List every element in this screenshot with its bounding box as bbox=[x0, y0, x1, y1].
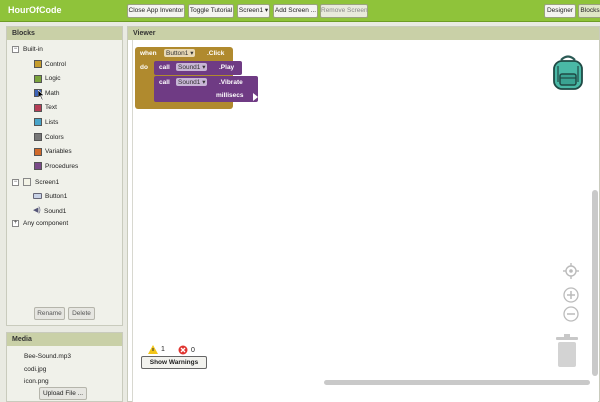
screen-select-dropdown[interactable]: Screen1 ▾ bbox=[237, 4, 270, 18]
category-label: Colors bbox=[45, 133, 64, 141]
screen1-tree-node[interactable]: − Screen1 bbox=[12, 177, 59, 187]
category-label: Procedures bbox=[45, 162, 79, 170]
builtin-category-logic[interactable]: Logic bbox=[34, 74, 61, 84]
category-label: Logic bbox=[45, 75, 61, 83]
zoom-out-icon[interactable] bbox=[563, 306, 579, 322]
add-screen-button[interactable]: Add Screen ... bbox=[273, 4, 318, 18]
category-label: Math bbox=[45, 89, 60, 97]
vertical-scrollbar[interactable] bbox=[592, 190, 598, 376]
category-swatch-icon bbox=[34, 162, 42, 171]
builtin-category-colors[interactable]: Colors bbox=[34, 132, 64, 142]
collapse-icon[interactable]: − bbox=[12, 45, 19, 53]
mouse-cursor-icon bbox=[37, 89, 45, 102]
warning-icon bbox=[148, 345, 158, 354]
category-label: Lists bbox=[45, 118, 59, 126]
rename-button[interactable]: Rename bbox=[34, 307, 65, 320]
builtin-category-control[interactable]: Control bbox=[34, 59, 66, 69]
call-sound1-vibrate-block[interactable]: call Sound1 ▾ .Vibrate millisecs bbox=[154, 76, 258, 102]
call-label: call bbox=[159, 79, 170, 86]
screen1-label: Screen1 bbox=[35, 178, 60, 186]
category-label: Control bbox=[45, 60, 66, 68]
category-swatch-icon bbox=[34, 147, 42, 156]
builtin-category-lists[interactable]: Lists bbox=[34, 117, 58, 127]
backpack-icon[interactable] bbox=[548, 52, 588, 92]
do-label: do bbox=[140, 64, 148, 71]
blocks-button[interactable]: Blocks bbox=[578, 4, 600, 18]
show-warnings-button[interactable]: Show Warnings bbox=[141, 356, 207, 369]
button1-label: Button1 bbox=[45, 192, 68, 200]
category-label: Text bbox=[45, 104, 57, 112]
sound1-label: Sound1 bbox=[44, 207, 67, 215]
call-label: call bbox=[159, 64, 170, 71]
vibrate-method-label: .Vibrate bbox=[219, 79, 243, 86]
app-title: HourOfCode bbox=[8, 5, 62, 15]
media-file[interactable]: Bee-Sound.mp3 bbox=[24, 351, 71, 361]
category-swatch-icon bbox=[34, 74, 42, 83]
any-component-tree-node[interactable]: + Any component bbox=[12, 218, 68, 228]
play-method-label: .Play bbox=[219, 64, 235, 71]
sound1-dropdown[interactable]: Sound1 ▾ bbox=[176, 78, 208, 86]
click-event-label: .Click bbox=[207, 50, 225, 57]
category-swatch-icon bbox=[34, 118, 42, 127]
builtin-category-variables[interactable]: Variables bbox=[34, 147, 72, 157]
tree-item-button1[interactable]: Button1 bbox=[33, 191, 67, 201]
button-component-icon bbox=[33, 193, 42, 199]
delete-button[interactable]: Delete bbox=[68, 307, 95, 320]
viewer-panel-title: Viewer bbox=[128, 27, 599, 40]
blocks-panel: Blocks bbox=[6, 26, 123, 326]
builtin-category-procedures[interactable]: Procedures bbox=[34, 161, 78, 171]
category-swatch-icon bbox=[34, 133, 42, 141]
close-app-inventor-button[interactable]: Close App Inventor bbox=[127, 4, 185, 18]
error-icon bbox=[178, 345, 188, 355]
expand-icon[interactable]: + bbox=[12, 219, 19, 227]
sound1-dropdown[interactable]: Sound1 ▾ bbox=[176, 63, 208, 71]
trash-icon[interactable] bbox=[555, 334, 579, 368]
center-target-icon[interactable] bbox=[563, 263, 579, 279]
toggle-tutorial-button[interactable]: Toggle Tutorial bbox=[188, 4, 234, 18]
errors-indicator: 0 bbox=[178, 345, 195, 355]
builtin-tree-node[interactable]: − Built-in bbox=[12, 44, 43, 54]
errors-count: 0 bbox=[191, 346, 195, 354]
warnings-count: 1 bbox=[161, 346, 165, 353]
call-sound1-play-block[interactable]: call Sound1 ▾ .Play bbox=[154, 61, 242, 75]
millisecs-param-label: millisecs bbox=[216, 92, 244, 99]
designer-button[interactable]: Designer bbox=[544, 4, 576, 18]
screen-icon bbox=[23, 178, 31, 186]
button1-dropdown[interactable]: Button1 ▾ bbox=[164, 49, 196, 57]
tree-item-sound1[interactable]: ◀) Sound1 bbox=[33, 206, 66, 216]
category-swatch-icon bbox=[34, 60, 42, 68]
when-label: when bbox=[140, 50, 157, 57]
horizontal-scrollbar[interactable] bbox=[324, 380, 590, 385]
top-bar: HourOfCode Close App Inventor Toggle Tut… bbox=[0, 0, 600, 22]
socket-notch-icon bbox=[253, 93, 258, 101]
warnings-indicator: 1 bbox=[148, 345, 165, 354]
category-label: Variables bbox=[45, 148, 72, 156]
media-file[interactable]: codi.jpg bbox=[24, 364, 46, 374]
builtin-label: Built-in bbox=[23, 45, 43, 53]
collapse-icon[interactable]: − bbox=[12, 178, 19, 186]
builtin-category-text[interactable]: Text bbox=[34, 103, 57, 113]
blocks-panel-title: Blocks bbox=[7, 27, 122, 40]
remove-screen-button[interactable]: Remove Screen bbox=[320, 4, 368, 18]
sound-component-icon: ◀) bbox=[33, 207, 41, 214]
any-component-label: Any component bbox=[23, 219, 69, 227]
zoom-in-icon[interactable] bbox=[563, 287, 579, 303]
upload-file-button[interactable]: Upload File ... bbox=[39, 387, 87, 400]
category-swatch-icon bbox=[34, 103, 42, 112]
media-file[interactable]: icon.png bbox=[24, 376, 49, 386]
media-panel-title: Media bbox=[7, 333, 122, 346]
